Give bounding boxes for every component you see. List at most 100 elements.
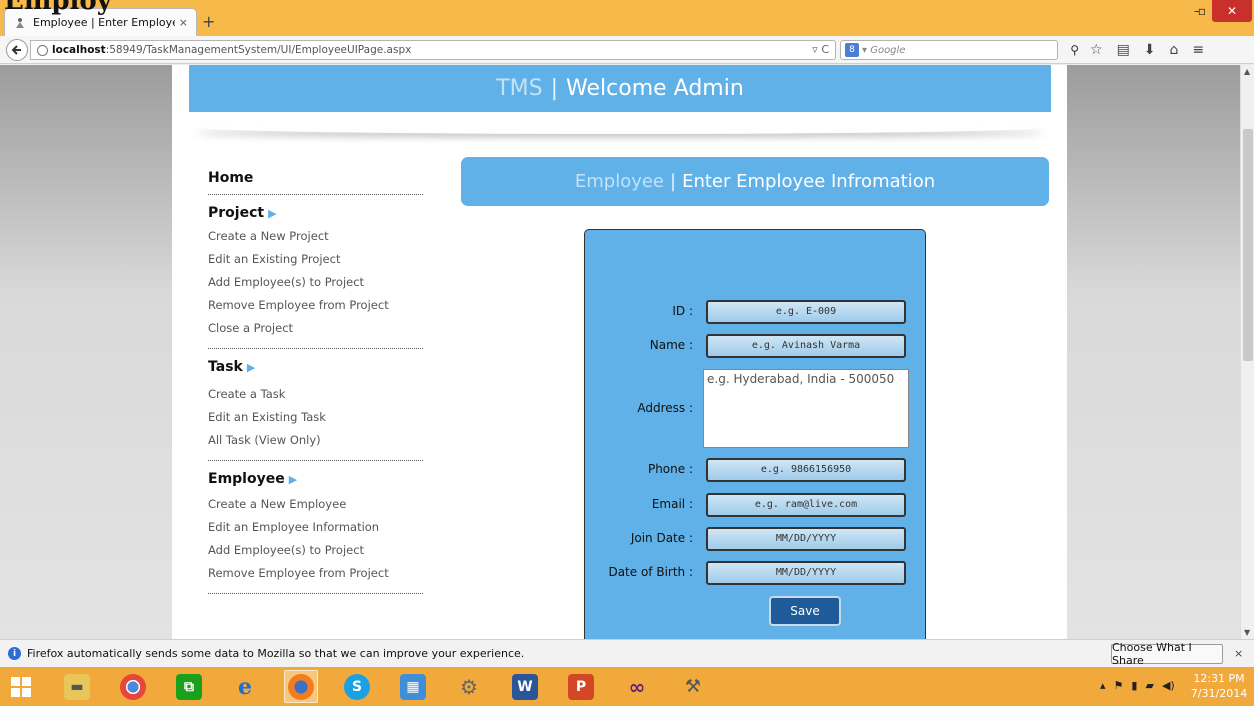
word-icon[interactable]: W — [508, 670, 542, 703]
toolbar-icons: ☆ ▤ ⬇ ⌂ ≡ — [1090, 42, 1204, 58]
phone-field[interactable]: e.g. 9866156950 — [706, 458, 906, 482]
sidebar-item-remove-employee-project-2[interactable]: Remove Employee from Project — [208, 562, 424, 585]
sidebar-heading-project[interactable]: Project ▶ — [208, 205, 424, 221]
system-tray: ▴ ⚑ ▮ ▰ ◀) — [1100, 679, 1175, 692]
tools-icon[interactable]: ⚒ — [676, 670, 710, 703]
id-field[interactable]: e.g. E-009 — [706, 300, 906, 324]
reload-icon[interactable]: ▿ C — [812, 43, 829, 56]
browser-titlebar: Employee | Enter Employee... × + – ▫ ✕ E… — [0, 0, 1254, 36]
sidebar-item-all-task[interactable]: All Task (View Only) — [208, 429, 424, 452]
dob-label: Date of Birth : — [608, 565, 693, 579]
employee-heading-label: Employee — [208, 471, 285, 487]
id-label: ID : — [672, 304, 693, 318]
bookmark-star-icon[interactable]: ☆ — [1090, 42, 1103, 58]
battery-icon[interactable]: ▰ — [1145, 679, 1153, 692]
clock-date: 7/31/2014 — [1190, 687, 1248, 700]
close-window-button[interactable]: ✕ — [1212, 0, 1252, 22]
sidebar-item-create-task[interactable]: Create a Task — [208, 383, 424, 406]
back-arrow-icon — [11, 45, 21, 55]
store-icon[interactable]: ⧉ — [172, 670, 206, 703]
site-header: TMS | Welcome Admin — [189, 65, 1051, 112]
join-date-label: Join Date : — [630, 531, 693, 545]
downloads-icon[interactable]: ⬇ — [1144, 42, 1156, 58]
choose-what-i-share-button[interactable]: Choose What I Share — [1111, 641, 1223, 667]
search-icon[interactable]: ⚲ — [1070, 43, 1079, 57]
settings-icon[interactable]: ⚙ — [452, 670, 486, 703]
menu-icon[interactable]: ≡ — [1192, 42, 1204, 58]
join-date-field[interactable]: MM/DD/YYYY — [706, 527, 906, 551]
firefox-icon[interactable] — [284, 670, 318, 703]
name-label: Name : — [649, 338, 693, 352]
sidebar-item-edit-employee[interactable]: Edit an Employee Information — [208, 516, 424, 539]
sidebar-home[interactable]: Home — [208, 170, 424, 186]
arrow-right-icon: ▶ — [288, 473, 298, 486]
tray-expand-icon[interactable]: ▴ — [1100, 679, 1106, 692]
vertical-scrollbar[interactable]: ▲ ▼ — [1240, 65, 1254, 639]
employee-form: ID : e.g. E-009 Name : e.g. Avinash Varm… — [584, 229, 926, 639]
arrow-right-icon: ▶ — [246, 361, 256, 374]
header-separator: | — [550, 76, 559, 101]
scroll-down-icon[interactable]: ▼ — [1244, 628, 1250, 637]
welcome-text: Welcome Admin — [566, 76, 744, 101]
internet-explorer-icon[interactable]: e — [228, 670, 262, 703]
sidebar-item-add-employee-project-2[interactable]: Add Employee(s) to Project — [208, 539, 424, 562]
maximize-button[interactable]: ▫ — [1190, 0, 1214, 22]
search-bar[interactable]: 8 ▾ Google ⚲ — [840, 40, 1079, 60]
notification-close-icon[interactable]: × — [1234, 647, 1243, 660]
section-title: Employee | Enter Employee Infromation — [461, 157, 1049, 206]
volume-icon[interactable]: ◀) — [1162, 679, 1175, 692]
name-field[interactable]: e.g. Avinash Varma — [706, 334, 906, 358]
flag-icon[interactable]: ⚑ — [1114, 679, 1124, 692]
navigation-bar: localhost :58949/TaskManagementSystem/UI… — [0, 36, 1254, 64]
tab-close-icon[interactable]: × — [179, 16, 188, 29]
sidebar-item-add-employee-project[interactable]: Add Employee(s) to Project — [208, 271, 424, 294]
sidebar-item-create-project[interactable]: Create a New Project — [208, 225, 424, 248]
sidebar-heading-task[interactable]: Task ▶ — [208, 359, 424, 375]
tab-title: Employee | Enter Employee... — [33, 16, 175, 29]
clock-time: 12:31 PM — [1193, 672, 1245, 685]
section-heading: Enter Employee Infromation — [682, 171, 936, 192]
chrome-icon[interactable] — [116, 670, 150, 703]
divider — [208, 593, 423, 594]
file-explorer-icon[interactable]: ▬ — [60, 670, 94, 703]
phone-label: Phone : — [647, 462, 693, 476]
save-button[interactable]: Save — [769, 596, 841, 626]
windows-start-icon[interactable] — [4, 670, 38, 703]
control-panel-icon[interactable]: ▦ — [396, 670, 430, 703]
page-favicon-icon — [13, 16, 27, 30]
url-bar[interactable]: localhost :58949/TaskManagementSystem/UI… — [30, 40, 836, 60]
sidebar-item-edit-task[interactable]: Edit an Existing Task — [208, 406, 424, 429]
home-icon[interactable]: ⌂ — [1170, 42, 1179, 58]
project-heading-label: Project — [208, 205, 265, 221]
skype-icon[interactable]: S — [340, 670, 374, 703]
app-name: TMS — [496, 76, 543, 101]
page-heading-overlay: Employ — [4, 0, 112, 16]
back-button[interactable] — [6, 39, 28, 61]
scrollbar-thumb[interactable] — [1243, 129, 1253, 361]
sidebar-item-edit-project[interactable]: Edit an Existing Project — [208, 248, 424, 271]
arrow-right-icon: ▶ — [268, 207, 277, 220]
divider — [208, 194, 423, 195]
reading-list-icon[interactable]: ▤ — [1117, 42, 1130, 58]
sidebar-item-create-employee[interactable]: Create a New Employee — [208, 493, 424, 516]
visual-studio-icon[interactable]: ∞ — [620, 670, 654, 703]
task-heading-label: Task — [208, 359, 243, 375]
sidebar-item-remove-employee-project[interactable]: Remove Employee from Project — [208, 294, 424, 317]
sidebar-item-close-project[interactable]: Close a Project — [208, 317, 424, 340]
sidebar-heading-employee[interactable]: Employee ▶ — [208, 471, 424, 487]
powerpoint-icon[interactable]: P — [564, 670, 598, 703]
new-tab-button[interactable]: + — [202, 12, 215, 31]
email-field[interactable]: e.g. ram@live.com — [706, 493, 906, 517]
sidebar: Home Project ▶ Create a New Project Edit … — [208, 170, 424, 604]
network-icon[interactable]: ▮ — [1131, 679, 1137, 692]
page-viewport: TMS | Welcome Admin Home Project ▶ Create… — [0, 65, 1240, 639]
section-prefix: Employee — [574, 171, 665, 192]
clock[interactable]: 12:31 PM 7/31/2014 — [1188, 671, 1250, 701]
taskbar: ▬ ⧉ e S ▦ ⚙ W P ∞ ⚒ ▴ ⚑ ▮ ▰ ◀) 12:31 PM … — [0, 667, 1254, 706]
address-field[interactable]: e.g. Hyderabad, India - 500050 — [703, 369, 909, 448]
header-shadow — [192, 120, 1048, 134]
url-host: localhost — [52, 44, 106, 56]
dob-field[interactable]: MM/DD/YYYY — [706, 561, 906, 585]
scroll-up-icon[interactable]: ▲ — [1244, 67, 1250, 76]
search-engine-icon[interactable]: 8 — [845, 43, 859, 57]
